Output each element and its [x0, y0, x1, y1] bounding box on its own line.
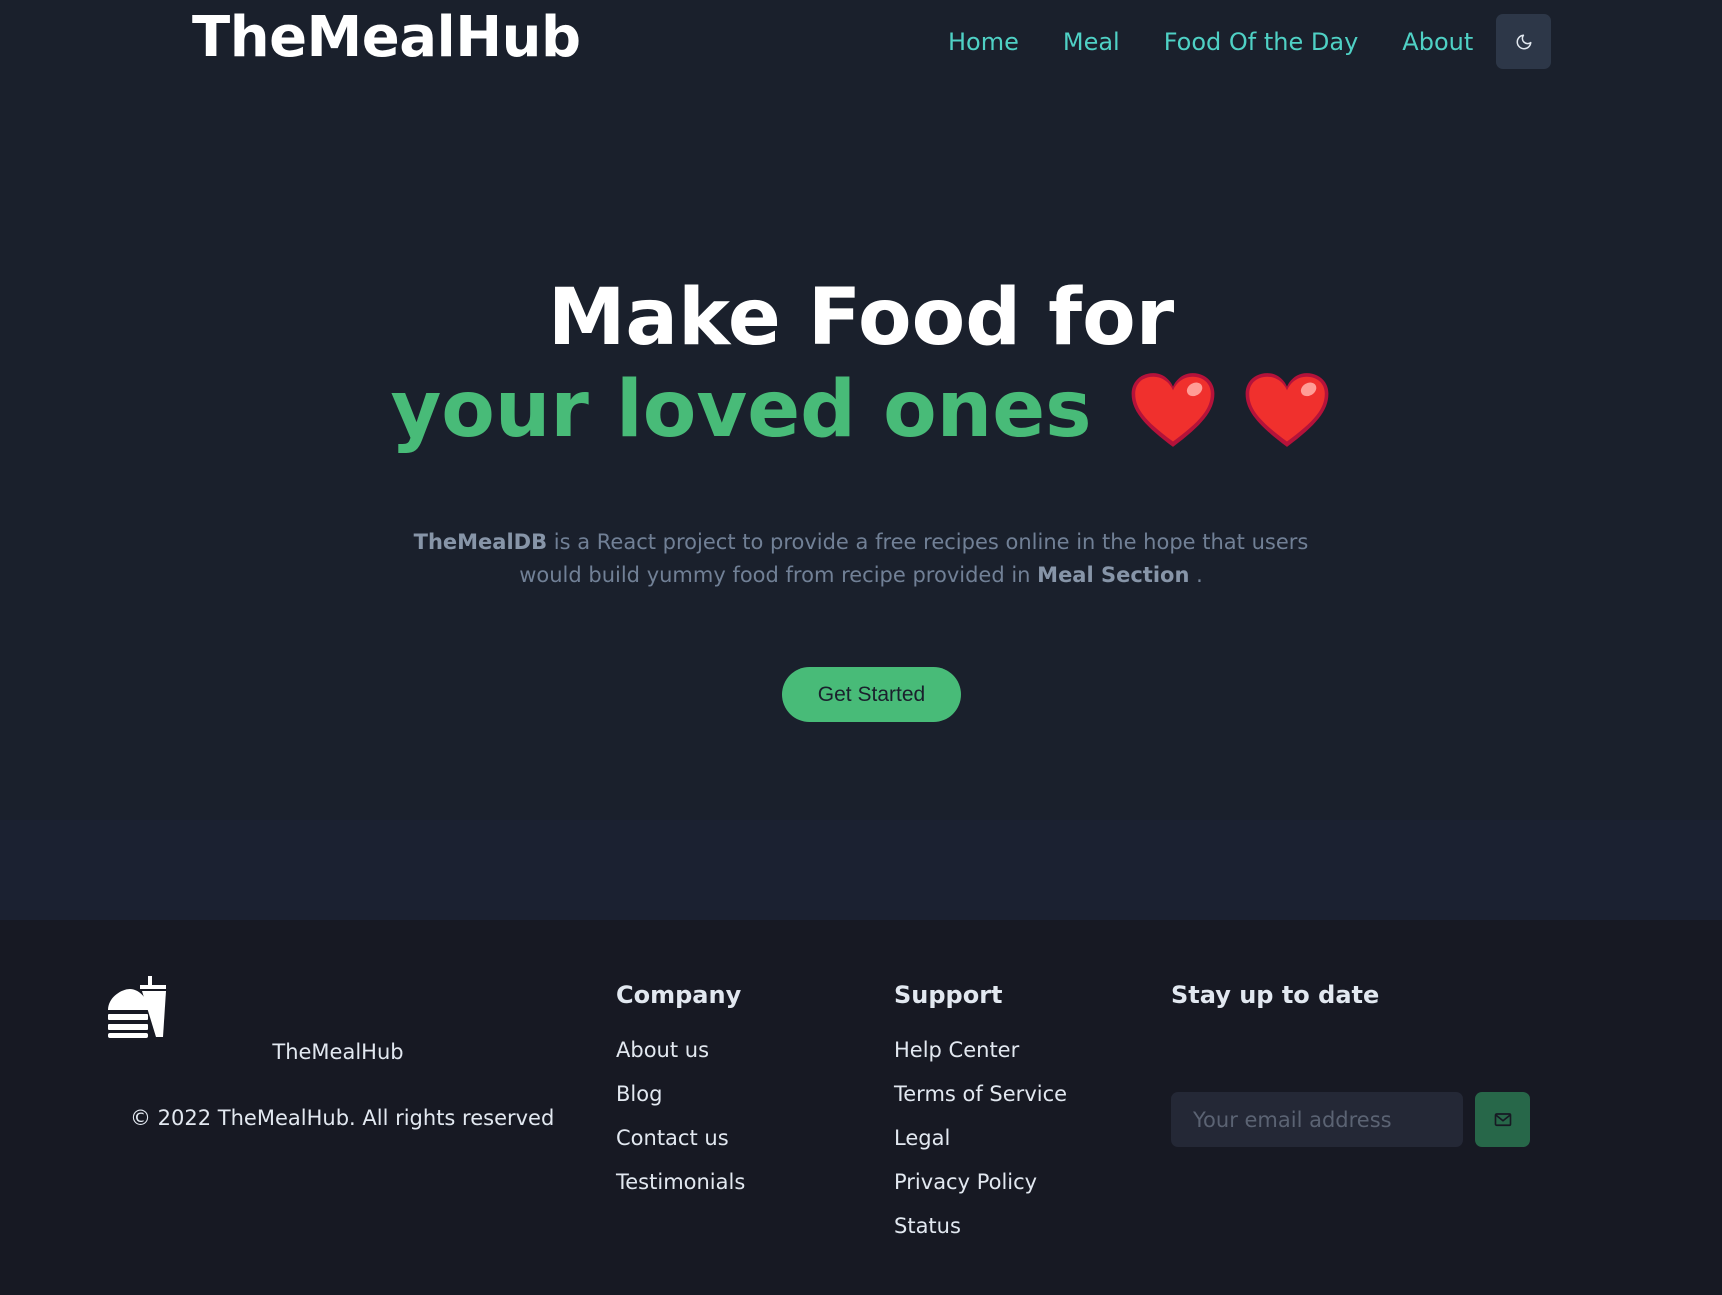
brand-logo-text[interactable]: TheMealHub [192, 2, 581, 74]
hero-desc-end: . [1189, 563, 1203, 587]
footer-copyright: © 2022 TheMealHub. All rights reserved [130, 1106, 555, 1130]
nav-about[interactable]: About [1402, 28, 1473, 56]
footer-link-privacy-policy[interactable]: Privacy Policy [894, 1168, 1067, 1196]
nav-food-of-the-day[interactable]: Food Of the Day [1164, 28, 1359, 56]
footer-support-heading: Support [894, 981, 1003, 1009]
footer-link-legal[interactable]: Legal [894, 1124, 1067, 1152]
footer-link-status[interactable]: Status [894, 1212, 1067, 1240]
nav-links: Home Meal Food Of the Day About [948, 14, 1473, 70]
footer-link-help-center[interactable]: Help Center [894, 1036, 1067, 1064]
footer: TheMealHub © 2022 TheMealHub. All rights… [0, 920, 1722, 1295]
footer-company-heading: Company [616, 981, 742, 1009]
footer-link-about-us[interactable]: About us [616, 1036, 745, 1064]
footer-brand: TheMealHub [272, 1040, 404, 1064]
moon-icon [1516, 34, 1531, 49]
footer-link-testimonials[interactable]: Testimonials [616, 1168, 745, 1196]
heart-icon [1131, 373, 1214, 447]
footer-link-terms-of-service[interactable]: Terms of Service [894, 1080, 1067, 1108]
subscribe-send-button[interactable] [1475, 1092, 1530, 1147]
theme-toggle-button[interactable] [1496, 14, 1551, 69]
get-started-button[interactable]: Get Started [782, 667, 961, 722]
hero-title-accent: your loved ones [390, 365, 1092, 455]
section-divider-band [0, 820, 1722, 920]
hero-desc-bold-end: Meal Section [1037, 563, 1190, 587]
heart-icon [1245, 373, 1328, 447]
hero-title-line2: your loved ones [0, 360, 1722, 460]
hero-section: Make Food for your loved ones TheMealDB … [0, 84, 1722, 820]
email-input[interactable] [1171, 1092, 1463, 1147]
hero-description: TheMealDB is a React project to provide … [390, 526, 1332, 592]
page: TheMealHub Home Meal Food Of the Day Abo… [0, 0, 1722, 1295]
footer-support-column: Support Help Center Terms of Service Leg… [894, 980, 1067, 1256]
nav-meal[interactable]: Meal [1063, 28, 1120, 56]
navbar: TheMealHub Home Meal Food Of the Day Abo… [0, 0, 1722, 84]
footer-subscribe-column: Stay up to date [1171, 980, 1530, 1147]
burger-drink-icon [108, 976, 166, 1038]
nav-home[interactable]: Home [948, 28, 1019, 56]
footer-company-column: Company About us Blog Contact us Testimo… [616, 980, 745, 1212]
footer-subscribe-heading: Stay up to date [1171, 981, 1380, 1009]
footer-link-contact-us[interactable]: Contact us [616, 1124, 745, 1152]
hero-title-line1: Make Food for [547, 273, 1175, 363]
mail-send-icon [1494, 1112, 1511, 1126]
footer-link-blog[interactable]: Blog [616, 1080, 745, 1108]
hero-desc-bold-start: TheMealDB [413, 530, 548, 554]
